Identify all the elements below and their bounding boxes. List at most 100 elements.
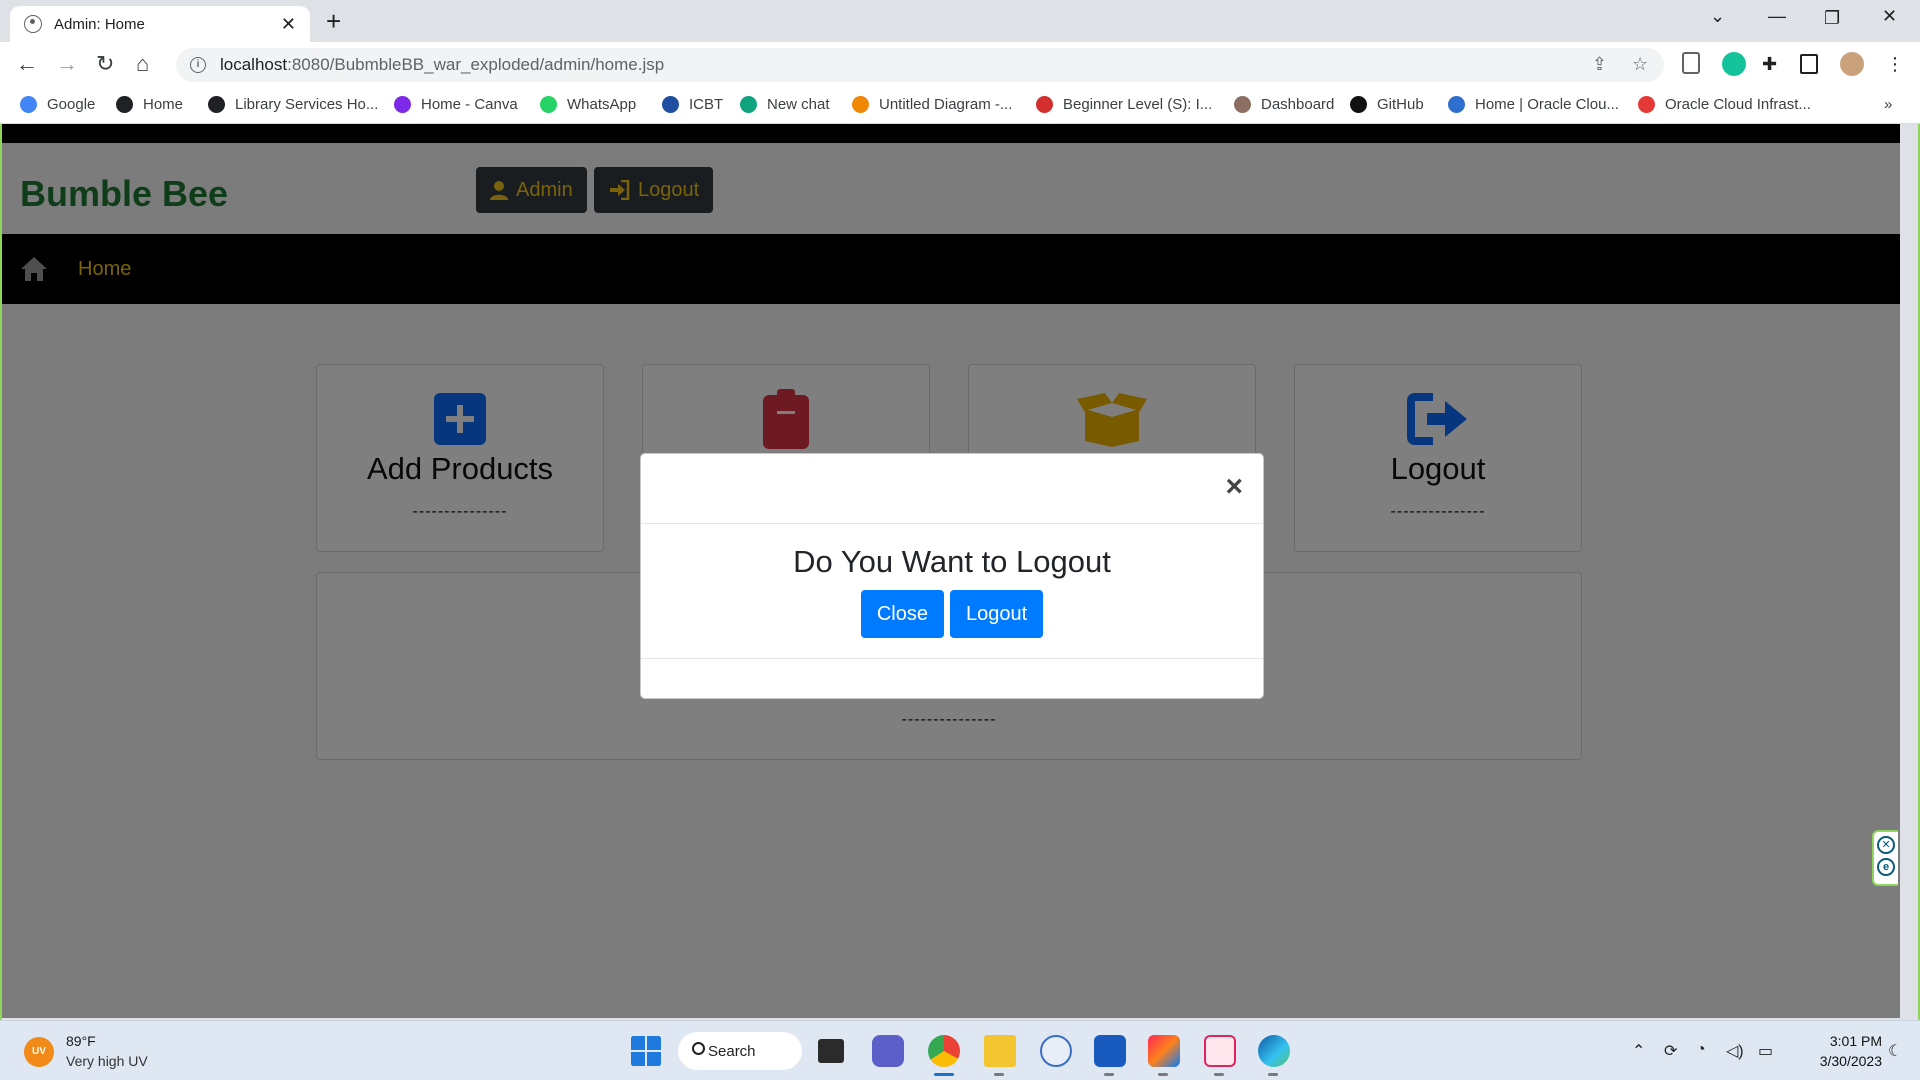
profile-avatar[interactable] — [1840, 52, 1864, 76]
volume-icon[interactable]: ◁) — [1726, 1041, 1744, 1061]
forward-icon[interactable]: → — [56, 53, 78, 75]
bookmark-item[interactable]: New chat — [740, 96, 830, 113]
bookmark-item[interactable]: ICBT — [662, 96, 723, 113]
explorer-running-indicator — [994, 1073, 1004, 1076]
bookmark-favicon-icon — [208, 96, 225, 113]
windows-taskbar: UV 89°F Very high UV Search ⌃ ⟳ ◔ ◁) ▭ 3… — [0, 1020, 1920, 1080]
widget-e-icon[interactable]: e — [1877, 858, 1895, 876]
intellij-icon[interactable] — [1148, 1035, 1180, 1067]
sync-icon[interactable]: ⟳ — [1664, 1041, 1677, 1061]
intellij-running-indicator — [1158, 1073, 1168, 1076]
minimize-icon[interactable]: — — [1768, 6, 1786, 27]
search-label: Search — [708, 1042, 756, 1060]
tray-chevron-icon[interactable]: ⌃ — [1632, 1041, 1645, 1061]
bookmark-label: Home — [143, 96, 184, 113]
task-view-icon[interactable] — [818, 1039, 844, 1063]
bookmark-favicon-icon — [1350, 96, 1367, 113]
side-widget[interactable]: ✕ e — [1872, 830, 1898, 886]
site-info-icon[interactable]: i — [190, 57, 206, 73]
widget-close-icon[interactable]: ✕ — [1877, 836, 1895, 854]
back-icon[interactable]: ← — [16, 53, 38, 75]
bookmark-label: Beginner Level (S): I... — [1063, 96, 1213, 113]
new-tab-icon[interactable]: + — [326, 8, 341, 34]
edge-running-indicator — [1268, 1073, 1278, 1076]
extensions-puzzle-icon[interactable]: ✚ — [1762, 54, 1777, 75]
weather-temperature[interactable]: 89°F — [66, 1033, 96, 1049]
teams-chat-icon[interactable] — [872, 1035, 904, 1067]
bookmark-item[interactable]: Beginner Level (S): I... — [1036, 96, 1212, 113]
modal-footer — [641, 658, 1263, 700]
bookmark-item[interactable]: Home - Canva — [394, 96, 518, 113]
bookmark-item[interactable]: Dashboard — [1234, 96, 1334, 113]
windows-start-icon[interactable] — [630, 1035, 662, 1067]
word-icon[interactable] — [1094, 1035, 1126, 1067]
bookmark-favicon-icon — [1234, 96, 1251, 113]
bookmark-label: WhatsApp — [567, 96, 637, 113]
bookmark-label: Google — [47, 96, 96, 113]
bookmark-favicon-icon — [116, 96, 133, 113]
bookmark-item[interactable]: Home — [116, 96, 183, 113]
wifi-icon[interactable]: ◔ — [1696, 1041, 1706, 1059]
side-panel-icon[interactable] — [1800, 54, 1818, 74]
battery-icon[interactable]: ▭ — [1758, 1041, 1773, 1061]
bookmark-star-icon[interactable]: ☆ — [1632, 54, 1648, 75]
modal-close-button[interactable]: Close — [860, 590, 944, 638]
notification-moon-icon[interactable]: ☾ — [1888, 1041, 1902, 1061]
home-icon[interactable]: ⌂ — [136, 53, 149, 75]
reload-icon[interactable]: ↻ — [96, 53, 114, 75]
bookmark-item[interactable]: GitHub — [1350, 96, 1424, 113]
bookmarks-overflow-icon[interactable]: » — [1884, 96, 1892, 113]
bookmark-label: ICBT — [689, 96, 724, 113]
bookmark-item[interactable]: Oracle Cloud Infrast... — [1638, 96, 1811, 113]
snip-running-indicator — [1214, 1073, 1224, 1076]
bookmark-item[interactable]: WhatsApp — [540, 96, 636, 113]
modal-close-icon[interactable]: × — [1225, 472, 1243, 502]
bookmark-favicon-icon — [20, 96, 37, 113]
snipping-tool-icon[interactable] — [1204, 1035, 1236, 1067]
bookmark-label: New chat — [767, 96, 830, 113]
file-explorer-icon[interactable] — [984, 1035, 1016, 1067]
modal-actions: Close Logout — [641, 590, 1263, 638]
modal-header: × — [641, 454, 1263, 524]
bookmark-favicon-icon — [662, 96, 679, 113]
bookmark-label: Home - Canva — [421, 96, 518, 113]
browser-tab[interactable]: Admin: Home ✕ — [10, 6, 310, 42]
bookmark-favicon-icon — [1448, 96, 1465, 113]
bookmark-item[interactable]: Library Services Ho... — [208, 96, 378, 113]
window-close-icon[interactable]: ✕ — [1882, 6, 1897, 27]
bookmark-item[interactable]: Google — [20, 96, 95, 113]
bookmark-label: Dashboard — [1261, 96, 1335, 113]
weather-description[interactable]: Very high UV — [66, 1053, 148, 1069]
chrome-taskbar-icon[interactable] — [928, 1035, 960, 1067]
grammarly-extension-icon[interactable] — [1722, 52, 1746, 76]
address-bar[interactable]: i localhost:8080/BubmbleBB_war_exploded/… — [176, 48, 1664, 82]
tab-favicon-icon — [24, 15, 42, 33]
bookmark-favicon-icon — [1036, 96, 1053, 113]
modal-logout-button[interactable]: Logout — [949, 590, 1044, 638]
bookmark-favicon-icon — [540, 96, 557, 113]
chrome-running-indicator — [934, 1073, 954, 1076]
edge-icon[interactable] — [1258, 1035, 1290, 1067]
bookmarks-bar: Google Home Library Services Ho... Home - C… — [0, 88, 1920, 124]
share-icon[interactable]: ⇪ — [1592, 54, 1607, 75]
search-icon — [692, 1042, 705, 1055]
address-url: localhost:8080/BubmbleBB_war_exploded/ad… — [220, 55, 665, 74]
clock-date[interactable]: 3/30/2023 — [1792, 1053, 1882, 1069]
tab-search-chevron-icon[interactable]: ⌄ — [1710, 6, 1725, 27]
weather-uv-icon[interactable]: UV — [24, 1037, 54, 1067]
browser-tab-strip: Admin: Home ✕ + ⌄ — ❐ ✕ — [0, 0, 1920, 42]
tab-close-icon[interactable]: ✕ — [281, 14, 296, 35]
bookmark-item[interactable]: Home | Oracle Clou... — [1448, 96, 1619, 113]
bookmark-label: Home | Oracle Clou... — [1475, 96, 1619, 113]
reader-extension-icon[interactable] — [1682, 52, 1700, 74]
clock-time[interactable]: 3:01 PM — [1812, 1033, 1882, 1049]
app-w-icon[interactable] — [1040, 1035, 1072, 1067]
tab-title: Admin: Home — [54, 15, 145, 33]
browser-toolbar: ← → ↻ ⌂ i localhost:8080/BubmbleBB_war_e… — [0, 42, 1920, 88]
chrome-menu-icon[interactable]: ⋮ — [1886, 54, 1904, 75]
page-viewport: Bumble Bee Admin Logout Home Add Product… — [2, 124, 1900, 1018]
bookmark-item[interactable]: Untitled Diagram -... — [852, 96, 1012, 113]
restore-icon[interactable]: ❐ — [1824, 8, 1840, 29]
taskbar-search[interactable]: Search — [678, 1032, 802, 1070]
bookmark-label: Oracle Cloud Infrast... — [1665, 96, 1811, 113]
